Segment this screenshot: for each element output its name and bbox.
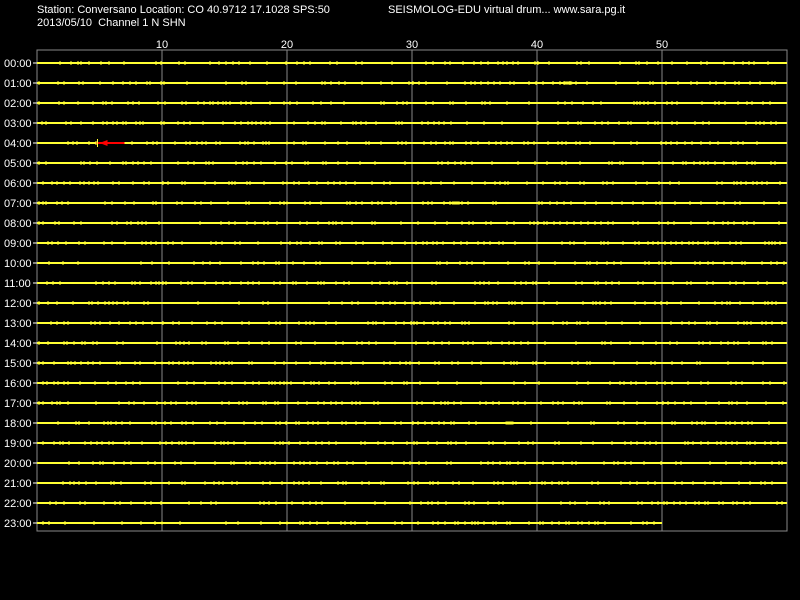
hour-label: 20:00 bbox=[4, 458, 32, 470]
hour-label: 19:00 bbox=[4, 438, 32, 450]
hour-label: 11:00 bbox=[4, 278, 31, 290]
hour-label: 05:00 bbox=[4, 158, 32, 170]
hour-label: 07:00 bbox=[4, 198, 32, 210]
hour-label: 18:00 bbox=[4, 418, 32, 430]
event-arrow bbox=[99, 140, 108, 146]
hour-label: 22:00 bbox=[4, 498, 32, 510]
x-tick-label: 50 bbox=[656, 39, 668, 51]
hour-label: 23:00 bbox=[4, 518, 32, 530]
hour-label: 13:00 bbox=[4, 318, 32, 330]
event-burst bbox=[505, 421, 514, 425]
hour-label: 14:00 bbox=[4, 338, 32, 350]
event-burst bbox=[564, 81, 573, 85]
x-tick-label: 30 bbox=[406, 39, 418, 51]
hour-label: 21:00 bbox=[4, 478, 32, 490]
x-tick-label: 20 bbox=[281, 39, 293, 51]
hour-label: 06:00 bbox=[4, 178, 32, 190]
event-burst bbox=[451, 201, 460, 205]
hour-label: 04:00 bbox=[4, 138, 32, 150]
hour-label: 10:00 bbox=[4, 258, 32, 270]
hour-label: 15:00 bbox=[4, 358, 32, 370]
hour-label: 02:00 bbox=[4, 98, 32, 110]
hour-label: 00:00 bbox=[4, 58, 32, 70]
hour-label: 17:00 bbox=[4, 398, 32, 410]
trace-noise bbox=[38, 341, 782, 345]
hour-label: 12:00 bbox=[4, 298, 32, 310]
hour-label: 09:00 bbox=[4, 238, 32, 250]
x-tick-label: 40 bbox=[531, 39, 543, 51]
x-tick-label: 10 bbox=[156, 39, 168, 51]
hour-label: 16:00 bbox=[4, 378, 32, 390]
hour-label: 03:00 bbox=[4, 118, 32, 130]
hour-label: 01:00 bbox=[4, 78, 32, 90]
seismogram-drum: 10 20 30 40 50 00:00 01:00 02:00 03:00 04:00 05:0… bbox=[4, 39, 788, 532]
hour-label: 08:00 bbox=[4, 218, 32, 230]
